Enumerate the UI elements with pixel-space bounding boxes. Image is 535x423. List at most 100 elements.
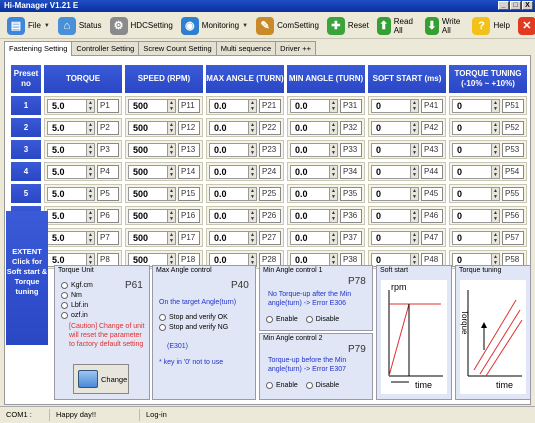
value-input[interactable]: 0 bbox=[371, 164, 411, 179]
value-input[interactable]: 500 bbox=[128, 142, 168, 157]
value-input[interactable]: 500 bbox=[128, 186, 168, 201]
spin-down-icon[interactable]: ▼ bbox=[87, 194, 94, 200]
value-input[interactable]: 0.0 bbox=[209, 98, 249, 113]
spinner[interactable]: ▲ ▼ bbox=[411, 98, 419, 113]
radio-button[interactable] bbox=[305, 315, 313, 323]
spinner[interactable]: ▲ ▼ bbox=[492, 230, 500, 245]
spinner[interactable]: ▲ ▼ bbox=[168, 230, 176, 245]
spin-down-icon[interactable]: ▼ bbox=[168, 238, 175, 244]
spin-down-icon[interactable]: ▼ bbox=[492, 172, 499, 178]
spin-down-icon[interactable]: ▼ bbox=[492, 106, 499, 112]
value-input[interactable]: 0.0 bbox=[209, 164, 249, 179]
spinner[interactable]: ▲ ▼ bbox=[87, 142, 95, 157]
spin-down-icon[interactable]: ▼ bbox=[411, 150, 418, 156]
chevron-down-icon[interactable]: ▼ bbox=[44, 23, 50, 29]
spinner[interactable]: ▲ ▼ bbox=[249, 98, 257, 113]
spin-down-icon[interactable]: ▼ bbox=[168, 172, 175, 178]
spin-down-icon[interactable]: ▼ bbox=[411, 172, 418, 178]
spinner[interactable]: ▲ ▼ bbox=[492, 208, 500, 223]
value-input[interactable]: 0 bbox=[371, 120, 411, 135]
toolbar-close-button[interactable]: ✕Close bbox=[515, 15, 535, 37]
spinner[interactable]: ▲ ▼ bbox=[492, 164, 500, 179]
radio-button[interactable] bbox=[305, 381, 313, 389]
preset-number[interactable]: 1 bbox=[11, 96, 41, 115]
radio-button[interactable] bbox=[61, 311, 68, 319]
value-input[interactable]: 0.0 bbox=[290, 186, 330, 201]
spin-down-icon[interactable]: ▼ bbox=[492, 150, 499, 156]
spin-down-icon[interactable]: ▼ bbox=[249, 150, 256, 156]
spinner[interactable]: ▲ ▼ bbox=[168, 208, 176, 223]
torque-unit-option[interactable]: Lbf.in bbox=[61, 300, 93, 310]
value-input[interactable]: 0 bbox=[452, 98, 492, 113]
value-input[interactable]: 0.0 bbox=[209, 208, 249, 223]
value-input[interactable]: 0.0 bbox=[290, 230, 330, 245]
spin-down-icon[interactable]: ▼ bbox=[249, 172, 256, 178]
spin-down-icon[interactable]: ▼ bbox=[87, 238, 94, 244]
torque-unit-option[interactable]: Kgf.cm bbox=[61, 280, 93, 290]
tab-driver[interactable]: Driver ++ bbox=[275, 41, 316, 55]
min-angle-2-option[interactable]: Disable bbox=[305, 380, 339, 390]
spinner[interactable]: ▲ ▼ bbox=[87, 230, 95, 245]
spinner[interactable]: ▲ ▼ bbox=[492, 120, 500, 135]
spinner[interactable]: ▲ ▼ bbox=[411, 164, 419, 179]
torque-unit-option[interactable]: Nm bbox=[61, 290, 93, 300]
spin-down-icon[interactable]: ▼ bbox=[87, 150, 94, 156]
radio-button[interactable] bbox=[61, 281, 68, 289]
change-unit-button[interactable]: Change bbox=[73, 364, 129, 394]
spinner[interactable]: ▲ ▼ bbox=[330, 208, 338, 223]
spinner[interactable]: ▲ ▼ bbox=[87, 98, 95, 113]
spin-down-icon[interactable]: ▼ bbox=[411, 216, 418, 222]
spinner[interactable]: ▲ ▼ bbox=[411, 142, 419, 157]
spin-down-icon[interactable]: ▼ bbox=[330, 106, 337, 112]
spin-down-icon[interactable]: ▼ bbox=[330, 128, 337, 134]
spinner[interactable]: ▲ ▼ bbox=[492, 98, 500, 113]
spinner[interactable]: ▲ ▼ bbox=[168, 186, 176, 201]
spinner[interactable]: ▲ ▼ bbox=[168, 120, 176, 135]
spin-down-icon[interactable]: ▼ bbox=[87, 128, 94, 134]
tab-multi-sequence[interactable]: Multi sequence bbox=[215, 41, 277, 55]
minimize-button[interactable]: _ bbox=[498, 1, 509, 10]
value-input[interactable]: 0.0 bbox=[290, 98, 330, 113]
radio-button[interactable] bbox=[61, 291, 68, 299]
toolbar-monitoring-button[interactable]: ◉ Monitoring ▼ bbox=[178, 15, 251, 37]
value-input[interactable]: 0.0 bbox=[290, 208, 330, 223]
spin-down-icon[interactable]: ▼ bbox=[168, 128, 175, 134]
toolbar-status-button[interactable]: ⌂ Status bbox=[55, 15, 105, 37]
spinner[interactable]: ▲ ▼ bbox=[330, 186, 338, 201]
spinner[interactable]: ▲ ▼ bbox=[411, 186, 419, 201]
value-input[interactable]: 0 bbox=[452, 142, 492, 157]
spin-down-icon[interactable]: ▼ bbox=[87, 106, 94, 112]
radio-button[interactable] bbox=[266, 315, 273, 323]
spin-down-icon[interactable]: ▼ bbox=[492, 128, 499, 134]
spinner[interactable]: ▲ ▼ bbox=[249, 120, 257, 135]
spin-down-icon[interactable]: ▼ bbox=[168, 106, 175, 112]
toolbar-comsetting-button[interactable]: ✎ ComSetting bbox=[253, 15, 322, 37]
extent-button[interactable]: EXTENT Click for Soft start & Torque tun… bbox=[6, 211, 48, 345]
spin-down-icon[interactable]: ▼ bbox=[249, 216, 256, 222]
spin-down-icon[interactable]: ▼ bbox=[411, 194, 418, 200]
spin-down-icon[interactable]: ▼ bbox=[330, 194, 337, 200]
spin-down-icon[interactable]: ▼ bbox=[87, 216, 94, 222]
min-angle-2-option[interactable]: Enable bbox=[266, 380, 298, 390]
maximize-button[interactable]: □ bbox=[510, 1, 521, 10]
spin-down-icon[interactable]: ▼ bbox=[330, 238, 337, 244]
value-input[interactable]: 5.0 bbox=[47, 120, 87, 135]
spinner[interactable]: ▲ ▼ bbox=[249, 208, 257, 223]
spinner[interactable]: ▲ ▼ bbox=[168, 164, 176, 179]
spin-down-icon[interactable]: ▼ bbox=[249, 238, 256, 244]
spin-down-icon[interactable]: ▼ bbox=[330, 216, 337, 222]
value-input[interactable]: 5.0 bbox=[47, 164, 87, 179]
spin-down-icon[interactable]: ▼ bbox=[87, 172, 94, 178]
spinner[interactable]: ▲ ▼ bbox=[87, 208, 95, 223]
radio-button[interactable] bbox=[159, 323, 166, 331]
value-input[interactable]: 500 bbox=[128, 208, 168, 223]
spin-down-icon[interactable]: ▼ bbox=[492, 194, 499, 200]
spinner[interactable]: ▲ ▼ bbox=[330, 120, 338, 135]
spin-down-icon[interactable]: ▼ bbox=[411, 128, 418, 134]
spinner[interactable]: ▲ ▼ bbox=[249, 230, 257, 245]
close-window-button[interactable]: X bbox=[522, 1, 533, 10]
value-input[interactable]: 0.0 bbox=[290, 164, 330, 179]
spin-down-icon[interactable]: ▼ bbox=[249, 106, 256, 112]
value-input[interactable]: 500 bbox=[128, 98, 168, 113]
value-input[interactable]: 0.0 bbox=[209, 186, 249, 201]
